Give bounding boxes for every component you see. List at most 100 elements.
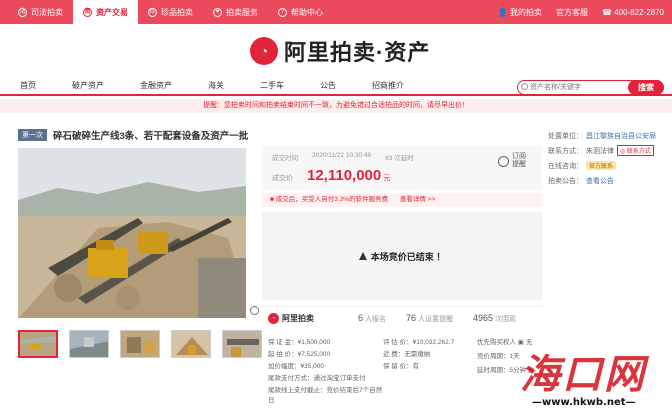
brand-logo: ◔ 阿里拍卖 bbox=[268, 313, 358, 324]
tab-label: 司法拍卖 bbox=[31, 7, 63, 17]
search-input[interactable] bbox=[530, 83, 630, 92]
tab-label: 珍品拍卖 bbox=[161, 7, 193, 17]
nav-item-notice[interactable]: 公告 bbox=[320, 80, 336, 91]
tab-judicial[interactable]: 法司法拍卖 bbox=[8, 0, 73, 24]
thumb-photo bbox=[121, 331, 159, 357]
nav-item-invest[interactable]: 招商推介 bbox=[372, 80, 404, 91]
delay-count: 83 次延时 bbox=[385, 155, 414, 162]
disposal-info: 处置单位： 昌江黎族自治县公安局 联系方式： 朱泗法律 ◎ 联系方式 在线咨询： 官方联… bbox=[548, 128, 668, 188]
detail-cell: 尾款支付方式：通过淘宝订单支付 bbox=[268, 375, 366, 382]
lot-title: 碎石破碎生产线3条、若干配套设备及资产一批 bbox=[53, 130, 249, 142]
thumbnail-strip bbox=[18, 330, 262, 358]
detail-row: 尾款线上支付截止：竞价结束后7个自然日 bbox=[268, 384, 538, 404]
my-auction-link[interactable]: 👤 我的拍卖 bbox=[498, 7, 542, 18]
watermark-logo: 海口网 bbox=[520, 351, 646, 398]
nav-item-bankrupt[interactable]: 破产资产 bbox=[72, 80, 104, 91]
tab-treasure[interactable]: 珍珍品拍卖 bbox=[138, 0, 203, 24]
tab-label: 拍卖服务 bbox=[226, 7, 258, 17]
search-icon bbox=[521, 83, 528, 90]
nav-item-finance[interactable]: 金融资产 bbox=[140, 80, 172, 91]
detail-cell: 尾款线上支付截止：竞价结束后7个自然日 bbox=[268, 387, 383, 404]
clock-icon bbox=[498, 155, 509, 167]
round-badge: 第一次 bbox=[18, 128, 47, 141]
site-logo[interactable]: ◔ 阿里拍卖·资产 bbox=[250, 36, 430, 66]
remind-label: 订阅 提醒 bbox=[512, 153, 526, 169]
tab-label: 资产交易 bbox=[96, 7, 128, 17]
fee-detail-link[interactable]: 查看详情 >> bbox=[400, 196, 435, 203]
judicial-icon: 法 bbox=[18, 7, 27, 17]
top-right: 👤 我的拍卖 官方客服 ☎ 400-822-2870 bbox=[498, 0, 664, 24]
detail-cell: 加价幅度：¥35,000 bbox=[268, 363, 324, 370]
phone-number: ☎ 400-822-2870 bbox=[601, 7, 664, 17]
deal-time-row: 成交时间 2020/11/22 10:30:49 83 次延时 bbox=[272, 152, 414, 162]
deal-price-row: 成交价 12,110,000 元 bbox=[272, 167, 390, 184]
watermark: 海口网 —www.hkwb.net— bbox=[520, 342, 670, 414]
thumb-photo bbox=[172, 331, 210, 357]
auction-notice-link[interactable]: 查看公告 bbox=[586, 176, 614, 186]
thumbnail[interactable] bbox=[171, 330, 211, 358]
deal-price-label: 成交价 bbox=[272, 175, 293, 182]
stats-bar: ◔ 阿里拍卖 6 人报名 76 人设置提醒 4965 次围观 bbox=[262, 306, 542, 330]
notice-bar: 提醒：您拍卖时间和拍卖结束时间不一致，为避免错过合适拍品的时间，请尽早出价！ bbox=[0, 99, 672, 113]
search-button[interactable]: 搜索 bbox=[628, 79, 664, 95]
deal-time-label: 成交时间 bbox=[272, 155, 298, 162]
ended-text: 本场竞价已结束 ！ bbox=[370, 251, 446, 262]
consult-button[interactable]: 官方联系 bbox=[586, 161, 617, 170]
deal-time-value: 2020/11/22 10:30:49 bbox=[312, 152, 372, 159]
fee-icon: ■ bbox=[270, 196, 274, 203]
signup-label: 人报名 bbox=[365, 316, 387, 323]
main-photo[interactable] bbox=[18, 148, 246, 318]
brand-name: 阿里拍卖 bbox=[282, 314, 314, 323]
watermark-url: —www.hkwb.net— bbox=[532, 397, 636, 408]
contact-value: 朱泗法律 bbox=[586, 147, 614, 155]
thumbnail[interactable] bbox=[222, 330, 262, 358]
nav-item-used-car[interactable]: 二手车 bbox=[260, 80, 284, 91]
fee-text: 成交后，买受人另付3.3%的软件服务费 bbox=[275, 196, 389, 203]
deal-price: 12,110,000 bbox=[307, 167, 382, 184]
nav-item-customs[interactable]: 海关 bbox=[208, 80, 224, 91]
auction-notice-row: 拍卖公告： 查看公告 bbox=[548, 173, 668, 188]
thumbnail[interactable] bbox=[120, 330, 160, 358]
price-unit: 元 bbox=[383, 175, 391, 182]
top-bar: 法司法拍卖 资资产交易 珍珍品拍卖 ♥ 拍卖服务 ? 帮助中心 👤 我的拍卖 官方客… bbox=[0, 0, 672, 24]
consult-label: 在线咨询： bbox=[548, 162, 583, 170]
brand-logo-icon: ◔ bbox=[268, 313, 279, 324]
tab-label: 帮助中心 bbox=[291, 7, 323, 17]
my-auction-label: 我的拍卖 bbox=[509, 7, 542, 17]
remind-count-label: 人设置提醒 bbox=[418, 316, 454, 323]
service-label[interactable]: 官方客服 bbox=[556, 7, 588, 18]
thumbnail[interactable] bbox=[69, 330, 109, 358]
thumbnail[interactable] bbox=[18, 330, 58, 358]
logo-text: 阿里拍卖·资产 bbox=[284, 40, 431, 65]
contact-row: 联系方式： 朱泗法律 ◎ 联系方式 bbox=[548, 143, 668, 158]
zoom-icon[interactable] bbox=[250, 306, 259, 315]
heart-icon: ♥ bbox=[213, 7, 222, 17]
fee-notice: ■ 成交后，买受人另付3.3%的软件服务费 查看详情 >> bbox=[262, 193, 542, 207]
view-count: 4965 次围观 bbox=[473, 313, 516, 324]
tab-service[interactable]: ♥ 拍卖服务 bbox=[203, 0, 268, 24]
view-num: 4965 bbox=[473, 313, 494, 323]
gavel-icon bbox=[358, 252, 367, 260]
subscribe-remind-button[interactable]: 订阅 提醒 bbox=[498, 148, 538, 174]
consult-row: 在线咨询： 官方联系 bbox=[548, 158, 668, 173]
logo-icon: ◔ bbox=[250, 37, 278, 65]
disposal-unit-label: 处置单位： bbox=[548, 132, 583, 140]
signup-num: 6 bbox=[358, 313, 364, 323]
contact-button[interactable]: ◎ 联系方式 bbox=[617, 145, 654, 156]
tab-help[interactable]: ? 帮助中心 bbox=[268, 0, 333, 24]
nav-item-home[interactable]: 首页 bbox=[20, 80, 36, 91]
help-icon: ? bbox=[278, 7, 287, 17]
tab-asset-trade[interactable]: 资资产交易 bbox=[73, 0, 138, 24]
disposal-unit-link[interactable]: 昌江黎族自治县公安局 bbox=[586, 131, 656, 141]
top-tabs: 法司法拍卖 资资产交易 珍珍品拍卖 ♥ 拍卖服务 ? 帮助中心 bbox=[8, 0, 333, 24]
remind-count: 76 人设置提醒 bbox=[406, 313, 453, 324]
search-box: 搜索 bbox=[517, 79, 664, 95]
auction-ended-banner: 本场竞价已结束 ！ bbox=[262, 212, 542, 300]
thumb-photo bbox=[70, 331, 108, 357]
quarry-photo bbox=[18, 148, 246, 318]
signup-count: 6 人报名 bbox=[358, 313, 386, 324]
phone-value: 400-822-2870 bbox=[614, 7, 664, 17]
auction-notice-label: 拍卖公告： bbox=[548, 177, 583, 185]
disposal-unit-row: 处置单位： 昌江黎族自治县公安局 bbox=[548, 128, 668, 143]
view-label: 次围观 bbox=[495, 316, 517, 323]
